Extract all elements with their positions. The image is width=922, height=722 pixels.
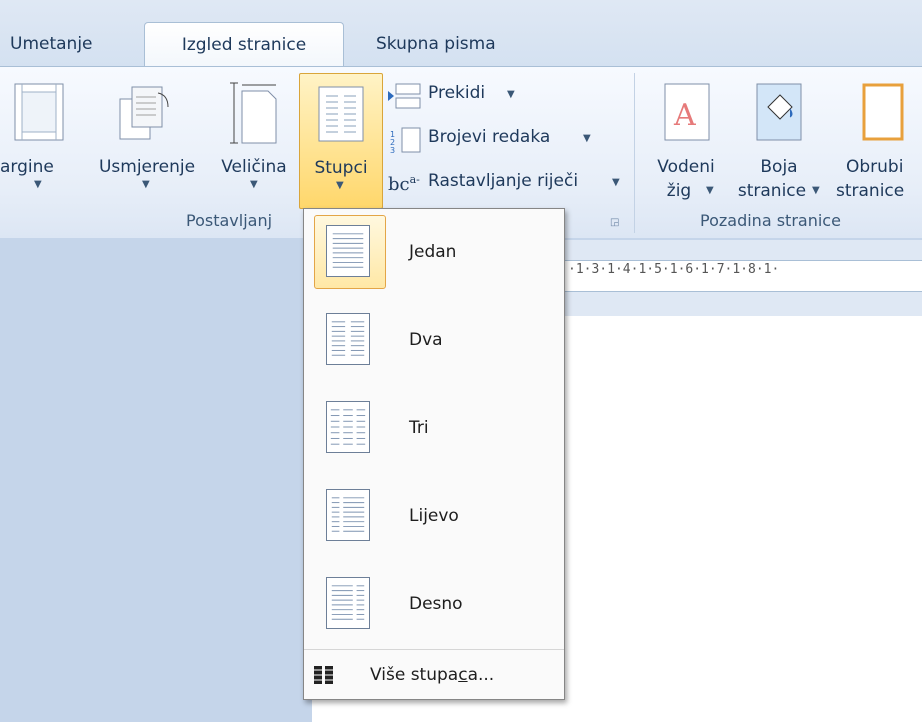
page-borders-label-line2: stranice (836, 181, 905, 201)
hyphenation-icon-text: bc (388, 174, 410, 195)
option-label: Tri (409, 418, 429, 438)
margins-label: argine (0, 157, 54, 177)
three-columns-icon (326, 401, 370, 453)
two-columns-icon (326, 313, 370, 365)
margins-button[interactable]: argine ▼ (0, 75, 84, 195)
margins-icon (14, 83, 64, 141)
line-numbers-button[interactable]: 1 2 3 Brojevi redaka ▼ (388, 123, 618, 157)
columns-label: Stupci (314, 158, 368, 178)
line-numbers-label: Brojevi redaka (428, 127, 551, 147)
columns-dropdown-menu: Jedan Dva Tri Lijevo Desno Više stupaca.… (303, 208, 565, 700)
page-borders-button[interactable]: Obrubi stranice (836, 75, 922, 205)
columns-option-left[interactable]: Lijevo (304, 473, 564, 559)
breaks-label: Prekidi (428, 83, 486, 103)
chevron-down-icon: ▼ (336, 180, 344, 191)
columns-option-one[interactable]: Jedan (304, 209, 564, 295)
chevron-down-icon: ▼ (507, 89, 515, 100)
hyphenation-label: Rastavljanje riječi (428, 171, 579, 191)
orientation-icon (119, 86, 169, 140)
breaks-button[interactable]: Prekidi ▼ (388, 79, 618, 113)
tab-label: Skupna pisma (376, 34, 496, 54)
more-columns-label: Više stupaca... (370, 650, 494, 700)
page-borders-icon (862, 83, 904, 141)
chevron-down-icon: ▼ (706, 185, 714, 196)
svg-text:3: 3 (390, 146, 395, 153)
hyphenation-button[interactable]: bca- Rastavljanje riječi ▼ (388, 167, 622, 201)
tab-label: Izgled stranice (181, 35, 307, 55)
size-label: Veličina (221, 157, 287, 177)
columns-option-right[interactable]: Desno (304, 561, 564, 647)
size-icon (230, 82, 277, 144)
option-label: Lijevo (409, 506, 459, 526)
size-button[interactable]: Veličina ▼ (210, 75, 298, 195)
page-color-label-line2: stranice (737, 181, 807, 201)
dialog-launcher-icon[interactable]: ◲ (610, 217, 619, 228)
watermark-label-line2: žig (666, 181, 692, 201)
chevron-down-icon: ▼ (250, 179, 258, 190)
page-setup-group-label: Postavljanj (186, 211, 273, 230)
page-color-label-line1: Boja (760, 157, 798, 177)
one-column-icon (326, 225, 370, 277)
watermark-label-line1: Vodeni (657, 157, 715, 177)
more-columns-accelerator: c (458, 665, 468, 685)
chevron-down-icon: ▼ (142, 179, 150, 190)
tab-label: Umetanje (10, 34, 93, 54)
breaks-icon (388, 83, 421, 109)
option-label: Dva (409, 330, 443, 350)
tab-mailings[interactable]: Skupna pisma (376, 22, 536, 66)
option-label: Desno (409, 594, 463, 614)
tab-insert[interactable]: Umetanje (10, 22, 120, 66)
chevron-down-icon: ▼ (34, 179, 42, 190)
ribbon-tab-bar: Umetanje Izgled stranice Skupna pisma (0, 0, 922, 67)
hyphenation-icon-sup: a- (409, 173, 420, 186)
watermark-icon: A (664, 83, 710, 141)
page-background-group-label: Pozadina stranice (700, 211, 841, 230)
left-column-icon (326, 489, 370, 541)
group-separator (634, 73, 635, 233)
right-column-icon (326, 577, 370, 629)
tab-page-layout[interactable]: Izgled stranice (144, 22, 344, 67)
more-columns-suffix: a... (467, 665, 495, 685)
chevron-down-icon: ▼ (612, 177, 620, 188)
columns-button[interactable]: Stupci ▼ (299, 73, 383, 209)
svg-text:A: A (673, 98, 696, 133)
line-numbers-icon: 1 2 3 (390, 127, 421, 153)
paint-bucket-icon (756, 83, 802, 141)
columns-option-two[interactable]: Dva (304, 297, 564, 383)
page-color-button[interactable]: Boja stranice ▼ (732, 75, 826, 205)
more-columns-item[interactable]: Više stupaca... (304, 649, 564, 700)
watermark-button[interactable]: A Vodeni žig ▼ (644, 75, 728, 205)
hyphenation-icon: bca- (388, 173, 420, 195)
columns-small-icon (314, 666, 333, 684)
chevron-down-icon: ▼ (812, 185, 820, 196)
columns-icon (318, 86, 364, 142)
more-columns-prefix: Više stupa (370, 665, 459, 685)
orientation-label: Usmjerenje (98, 157, 196, 177)
orientation-button[interactable]: Usmjerenje ▼ (88, 75, 206, 195)
chevron-down-icon: ▼ (583, 133, 591, 144)
page-borders-label-line1: Obrubi (846, 157, 904, 177)
columns-option-three[interactable]: Tri (304, 385, 564, 471)
option-label: Jedan (409, 242, 457, 262)
